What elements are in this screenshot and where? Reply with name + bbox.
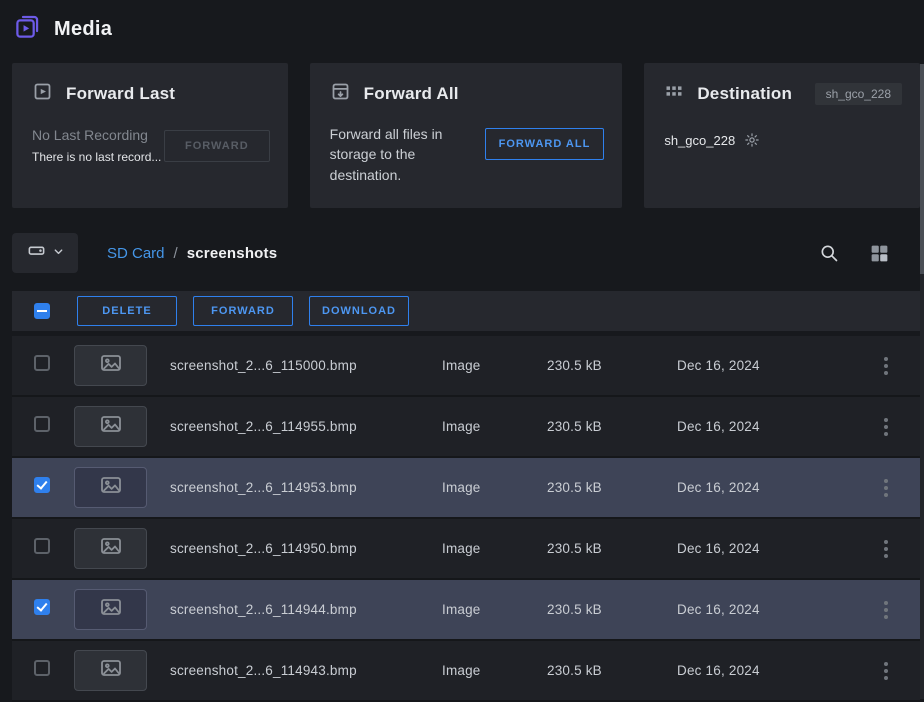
storage-selector-button[interactable]	[12, 233, 78, 273]
scrollbar[interactable]	[920, 64, 924, 699]
forward-last-title: Forward Last	[66, 84, 175, 104]
table-row[interactable]: screenshot_2...6_114950.bmp Image 230.5 …	[12, 519, 920, 580]
image-icon	[99, 534, 123, 563]
file-date: Dec 16, 2024	[677, 541, 856, 556]
file-list: screenshot_2...6_115000.bmp Image 230.5 …	[12, 336, 920, 702]
breadcrumb-separator: /	[174, 245, 178, 262]
file-date: Dec 16, 2024	[677, 602, 856, 617]
file-thumbnail	[74, 528, 147, 569]
row-checkbox[interactable]	[34, 416, 50, 432]
file-name: screenshot_2...6_114950.bmp	[170, 541, 442, 556]
selection-action-bar: DELETE FORWARD DOWNLOAD	[12, 291, 920, 331]
select-all-checkbox[interactable]	[34, 303, 50, 319]
destination-title: Destination	[697, 84, 792, 104]
breadcrumb-current-folder: screenshots	[187, 245, 278, 262]
destination-badge: sh_gco_228	[815, 83, 902, 105]
delete-button[interactable]: DELETE	[77, 296, 177, 326]
forward-all-title: Forward All	[364, 84, 459, 104]
destination-card: Destination sh_gco_228 sh_gco_228	[644, 63, 920, 208]
media-logo-icon	[14, 13, 41, 45]
table-row[interactable]: screenshot_2...6_114955.bmp Image 230.5 …	[12, 397, 920, 458]
breadcrumb: SD Card / screenshots	[107, 245, 277, 262]
file-date: Dec 16, 2024	[677, 480, 856, 495]
file-type: Image	[442, 358, 547, 373]
destination-settings-gear-icon[interactable]	[744, 132, 760, 148]
file-type: Image	[442, 419, 547, 434]
image-icon	[99, 656, 123, 685]
file-name: screenshot_2...6_114943.bmp	[170, 663, 442, 678]
row-menu-button[interactable]	[876, 656, 896, 686]
table-row[interactable]: screenshot_2...6_114943.bmp Image 230.5 …	[12, 641, 920, 702]
file-size: 230.5 kB	[547, 663, 677, 678]
row-checkbox[interactable]	[34, 538, 50, 554]
row-checkbox[interactable]	[34, 660, 50, 676]
file-name: screenshot_2...6_114953.bmp	[170, 480, 442, 495]
row-menu-button[interactable]	[876, 412, 896, 442]
file-size: 230.5 kB	[547, 602, 677, 617]
file-type: Image	[442, 480, 547, 495]
row-menu-button[interactable]	[876, 595, 896, 625]
scrollbar-thumb[interactable]	[920, 64, 924, 274]
row-checkbox[interactable]	[34, 355, 50, 371]
file-date: Dec 16, 2024	[677, 663, 856, 678]
image-icon	[99, 351, 123, 380]
forward-all-card: Forward All Forward all files in storage…	[310, 63, 623, 208]
summary-cards: Forward Last No Last Recording There is …	[12, 63, 920, 208]
media-page: Media Forward Last No Last Recording The…	[0, 0, 924, 702]
table-row[interactable]: screenshot_2...6_115000.bmp Image 230.5 …	[12, 336, 920, 397]
file-thumbnail	[74, 467, 147, 508]
file-size: 230.5 kB	[547, 419, 677, 434]
grid-view-icon[interactable]	[869, 243, 890, 264]
page-header: Media	[12, 0, 920, 54]
breadcrumb-sd-card-link[interactable]: SD Card	[107, 245, 165, 262]
forward-last-status: No Last Recording	[32, 127, 161, 143]
file-name: screenshot_2...6_114944.bmp	[170, 602, 442, 617]
file-thumbnail	[74, 589, 147, 630]
destination-value: sh_gco_228	[664, 133, 735, 148]
row-checkbox[interactable]	[34, 599, 50, 615]
file-name: screenshot_2...6_115000.bmp	[170, 358, 442, 373]
file-size: 230.5 kB	[547, 358, 677, 373]
table-row[interactable]: screenshot_2...6_114953.bmp Image 230.5 …	[12, 458, 920, 519]
file-name: screenshot_2...6_114955.bmp	[170, 419, 442, 434]
drive-icon	[27, 241, 46, 265]
file-type: Image	[442, 602, 547, 617]
forward-all-icon	[330, 81, 351, 107]
image-icon	[99, 473, 123, 502]
download-button[interactable]: DOWNLOAD	[309, 296, 409, 326]
file-thumbnail	[74, 650, 147, 691]
file-date: Dec 16, 2024	[677, 419, 856, 434]
file-thumbnail	[74, 406, 147, 447]
row-checkbox[interactable]	[34, 477, 50, 493]
file-thumbnail	[74, 345, 147, 386]
forward-all-description: Forward all files in storage to the dest…	[330, 124, 485, 185]
forward-last-button[interactable]: FORWARD	[164, 130, 270, 162]
file-date: Dec 16, 2024	[677, 358, 856, 373]
page-title: Media	[54, 18, 112, 41]
row-menu-button[interactable]	[876, 351, 896, 381]
chevron-down-icon	[53, 244, 64, 262]
file-size: 230.5 kB	[547, 480, 677, 495]
image-icon	[99, 595, 123, 624]
forward-last-description: There is no last record...	[32, 150, 161, 164]
row-menu-button[interactable]	[876, 534, 896, 564]
file-size: 230.5 kB	[547, 541, 677, 556]
browser-toolbar: SD Card / screenshots	[12, 233, 920, 273]
forward-button[interactable]: FORWARD	[193, 296, 293, 326]
forward-all-button[interactable]: FORWARD ALL	[485, 128, 605, 160]
forward-last-icon	[32, 81, 53, 107]
table-row[interactable]: screenshot_2...6_114944.bmp Image 230.5 …	[12, 580, 920, 641]
file-type: Image	[442, 541, 547, 556]
file-type: Image	[442, 663, 547, 678]
search-icon[interactable]	[819, 243, 839, 263]
row-menu-button[interactable]	[876, 473, 896, 503]
image-icon	[99, 412, 123, 441]
forward-last-card: Forward Last No Last Recording There is …	[12, 63, 288, 208]
destination-icon	[664, 81, 684, 106]
